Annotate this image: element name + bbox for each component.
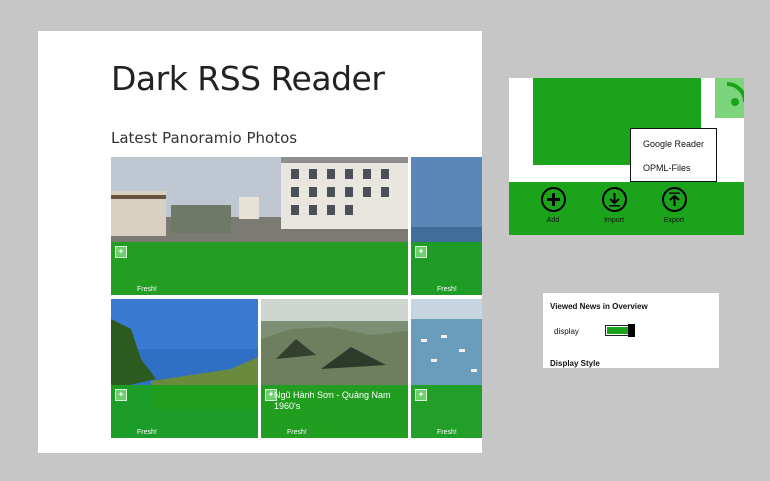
photo-tile-2[interactable]: ✦ Fresh! xyxy=(411,157,482,295)
app-title: Dark RSS Reader xyxy=(111,59,385,98)
import-button-label: Import xyxy=(604,217,624,224)
export-button[interactable]: Export xyxy=(654,187,694,224)
star-icon: ✦ xyxy=(415,389,427,401)
upload-icon xyxy=(661,187,687,212)
tile-4-overlay: ✦ Ngũ Hành Sơn - Quảng Nam 1960's Fresh! xyxy=(261,385,408,438)
photo-tile-1[interactable]: ✦ Fresh! xyxy=(111,157,408,295)
display-style-heading: Display Style xyxy=(550,359,600,368)
star-icon: ✦ xyxy=(415,246,427,258)
display-label: display xyxy=(554,327,579,336)
import-button[interactable]: Import xyxy=(594,187,634,224)
settings-panel: Viewed News in Overview display Display … xyxy=(543,293,719,368)
add-button-label: Add xyxy=(546,217,560,224)
section-title[interactable]: Latest Panoramio Photos xyxy=(111,129,297,147)
export-button-label: Export xyxy=(663,217,685,224)
plus-icon xyxy=(540,187,566,212)
photo-tile-5[interactable]: ✦ Fresh! xyxy=(411,299,482,438)
toggle-thumb[interactable] xyxy=(628,324,635,337)
tile-4-caption: Ngũ Hành Sơn - Quảng Nam 1960's xyxy=(274,390,391,411)
tile-1-status: Fresh! xyxy=(137,286,157,293)
rss-icon xyxy=(726,82,744,106)
tile-5-overlay: ✦ Fresh! xyxy=(411,385,482,438)
add-button[interactable]: Add xyxy=(533,187,573,224)
flyout-item-google-reader[interactable]: Google Reader xyxy=(643,139,704,149)
star-icon: ✦ xyxy=(115,246,127,258)
display-toggle[interactable] xyxy=(605,324,635,337)
tile-3-overlay: ✦ Fresh! xyxy=(111,385,258,438)
photo-tile-3[interactable]: ✦ Fresh! xyxy=(111,299,258,438)
import-flyout: Google Reader OPML-Files xyxy=(630,128,717,182)
tile-3-status: Fresh! xyxy=(137,429,157,436)
flyout-item-opml-files[interactable]: OPML-Files xyxy=(643,163,691,173)
photo-tile-4[interactable]: ✦ Ngũ Hành Sơn - Quảng Nam 1960's Fresh! xyxy=(261,299,408,438)
download-icon xyxy=(601,187,627,212)
tile-1-overlay: ✦ Fresh! xyxy=(111,242,408,295)
main-app-panel: Dark RSS Reader Latest Panoramio Photos xyxy=(38,31,482,453)
tile-2-status: Fresh! xyxy=(437,286,457,293)
star-icon: ✦ xyxy=(115,389,127,401)
settings-heading: Viewed News in Overview xyxy=(550,302,648,311)
tile-2-overlay: ✦ Fresh! xyxy=(411,242,482,295)
rss-logo xyxy=(715,78,744,118)
appbar-panel: Google Reader OPML-Files Add Import Expo… xyxy=(509,78,744,235)
app-bar: Add Import Export xyxy=(509,182,744,235)
toggle-fill xyxy=(607,327,628,334)
tile-5-status: Fresh! xyxy=(437,429,457,436)
tile-4-status: Fresh! xyxy=(287,429,307,436)
